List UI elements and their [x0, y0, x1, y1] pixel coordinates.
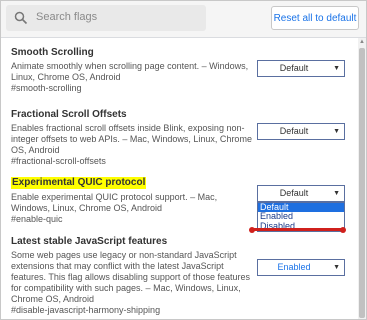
flags-list: Smooth Scrolling Animate smoothly when s…: [1, 38, 357, 319]
flag-anchor-link[interactable]: #fractional-scroll-offsets: [11, 156, 351, 167]
flag-description: Animate smoothly when scrolling page con…: [11, 61, 249, 82]
dropdown-arrow-icon: ▼: [333, 128, 340, 135]
search-icon: [14, 11, 28, 25]
flag-select-experimental-quic[interactable]: Default ▼: [257, 185, 345, 202]
flag-description: Enable experimental QUIC protocol suppor…: [11, 192, 218, 213]
flag-description: Enables fractional scroll offsets inside…: [11, 123, 252, 155]
flag-title: Latest stable JavaScript features: [11, 236, 168, 247]
flag-select-latest-javascript[interactable]: Enabled ▼: [257, 259, 345, 276]
flag-title: Smooth Scrolling: [11, 47, 94, 58]
select-value: Enabled: [277, 262, 311, 272]
select-value: Default: [279, 126, 309, 136]
flag-title: Fractional Scroll Offsets: [11, 109, 127, 120]
search-input[interactable]: Search flags: [36, 11, 97, 23]
flag-title: Experimental QUIC protocol: [11, 177, 147, 189]
dropdown-arrow-icon: ▼: [333, 190, 340, 197]
annotation-underline: [251, 228, 343, 231]
select-value: Default: [279, 188, 309, 198]
flag-anchor-link[interactable]: #disable-javascript-harmony-shipping: [11, 305, 351, 316]
dropdown-arrow-icon: ▼: [333, 65, 340, 72]
flag-select-fractional-scroll-offsets[interactable]: Default ▼: [257, 123, 345, 140]
flags-header: Search flags Reset all to default: [1, 1, 366, 38]
dropdown-arrow-icon: ▼: [333, 264, 340, 271]
vertical-scrollbar[interactable]: ▲: [358, 38, 366, 319]
select-value: Default: [279, 63, 309, 73]
scroll-up-icon[interactable]: ▲: [358, 38, 366, 46]
scrollbar-thumb[interactable]: [359, 48, 365, 318]
flag-anchor-link[interactable]: #smooth-scrolling: [11, 83, 351, 94]
flag-select-smooth-scrolling[interactable]: Default ▼: [257, 60, 345, 77]
reset-all-button[interactable]: Reset all to default: [271, 6, 359, 30]
flag-latest-javascript: Latest stable JavaScript features Some w…: [11, 236, 351, 316]
flag-description: Some web pages use legacy or non-standar…: [11, 250, 250, 304]
search-box[interactable]: Search flags: [6, 5, 206, 31]
annotation-dot-right: [340, 226, 346, 233]
flags-page: Search flags Reset all to default Smooth…: [0, 0, 367, 320]
